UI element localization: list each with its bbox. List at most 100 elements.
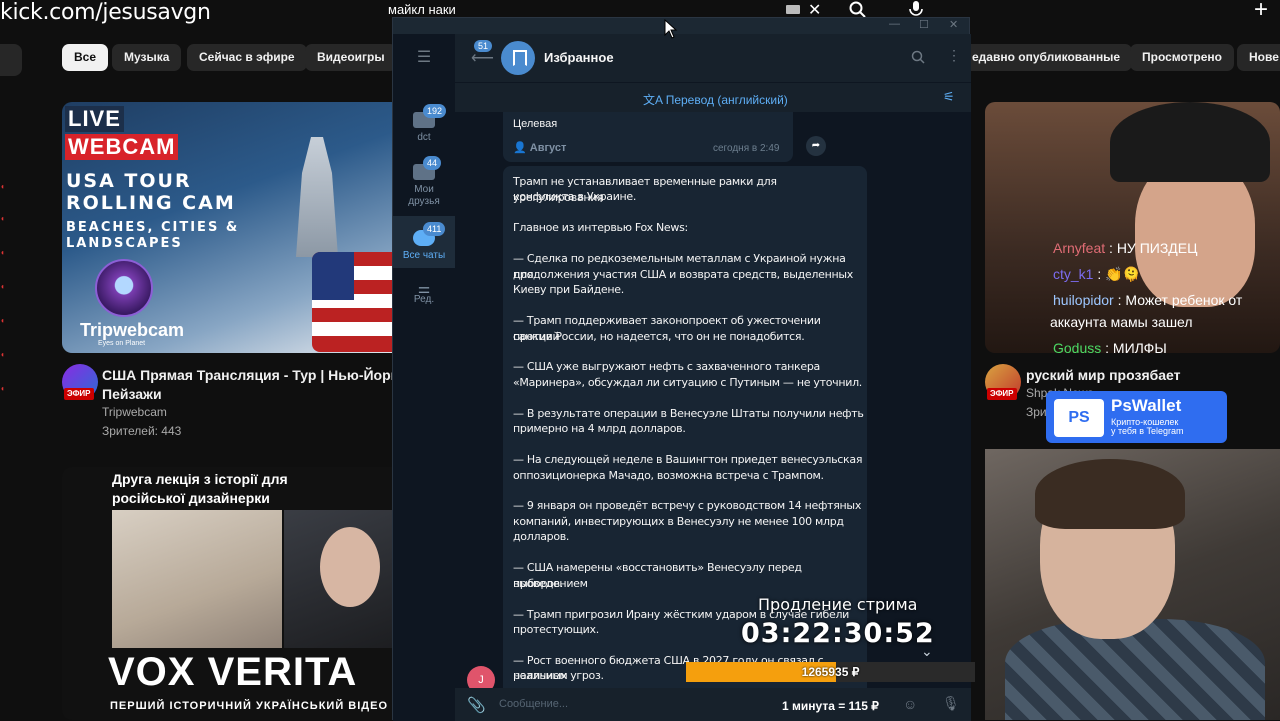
- message-input[interactable]: Сообщение...: [499, 698, 568, 710]
- video-meta: Зри: [1026, 405, 1047, 419]
- message-line: «Маринера», обсуждал ли ситуацию с Путин…: [513, 375, 862, 389]
- viewer-count: Зрителей: 443: [102, 424, 182, 438]
- message-line: долларов.: [513, 530, 570, 544]
- video-thumbnail[interactable]: LIVE WEBCAM USA TOUR ROLLING CAM BEACHES…: [62, 102, 402, 353]
- video-title[interactable]: руский мир прозябает: [1026, 366, 1181, 385]
- menu-icon[interactable]: ☰: [393, 50, 455, 66]
- folder-label: dct: [417, 132, 431, 143]
- message-line: — США уже выгружают нефть с захваченного…: [513, 360, 820, 374]
- share-forward-icon[interactable]: ➦: [806, 136, 826, 156]
- stream-chat-line: huilopidor : Может ребенок от: [1053, 292, 1243, 308]
- more-menu-icon[interactable]: ⋮: [947, 47, 961, 64]
- message-line: оппозиционерка Мачадо, возможна встреча …: [513, 468, 824, 482]
- translate-bar: 文A Перевод (английский) ⚟: [455, 82, 971, 112]
- forward-author: Август: [529, 142, 567, 154]
- minimize-icon[interactable]: —: [889, 18, 900, 30]
- thumb-line: LANDSCAPES: [66, 236, 183, 251]
- message-line: продолжения участия США и возврата средс…: [513, 267, 853, 281]
- unread-count: 44: [423, 156, 442, 170]
- chat-username: cty_k1: [1053, 266, 1094, 282]
- folder-all-chats[interactable]: 411 Все чаты: [393, 216, 455, 268]
- translate-button[interactable]: 文A Перевод (английский): [643, 91, 788, 108]
- folder-friends[interactable]: 44 Мои друзья: [393, 156, 455, 208]
- sidebar-collapsed[interactable]: [0, 44, 22, 76]
- chat-text: 👏🫠: [1105, 266, 1141, 282]
- user-icon: 👤: [513, 142, 530, 154]
- message-line: — На следующей неделе в Вашингтон приеде…: [513, 453, 863, 467]
- live-dot-icon: ◖: [0, 182, 5, 191]
- flag-image: [312, 252, 354, 300]
- pswallet-ad[interactable]: PS PsWallet Крипто-кошелек у тебя в Tele…: [1046, 391, 1227, 443]
- chip-games[interactable]: Видеоигры: [305, 44, 397, 71]
- stream-chat-line: Goduss : МИЛФЫ: [1053, 340, 1167, 356]
- message-line: Главное из интервью Fox News:: [513, 221, 688, 235]
- prolong-label: Продление стрима: [758, 595, 918, 614]
- chat-username: huilopidor: [1053, 292, 1114, 308]
- message-time: сегодня в 2:49: [713, 143, 780, 154]
- message-bubble[interactable]: Целевая 👤 Август сегодня в 2:49: [503, 112, 793, 162]
- chip-live[interactable]: Сейчас в эфире: [187, 44, 307, 71]
- globe-logo-icon: [95, 259, 153, 317]
- chat-text: НУ ПИЗДЕЦ: [1116, 240, 1198, 256]
- speaker-image: [112, 510, 282, 648]
- create-plus-icon[interactable]: +: [1254, 0, 1268, 24]
- streamer-webcam: [985, 449, 1280, 720]
- ad-title: PsWallet: [1111, 396, 1182, 415]
- thumb-subtitle: ПЕРШИЙ ІСТОРИЧНИЙ УКРАЇНСЬКИЙ ВІДЕО: [110, 700, 389, 712]
- thumb-live-text: LIVE: [65, 106, 124, 132]
- donation-progress-bar: 1265935 ₽: [686, 662, 975, 682]
- cap-image: [1110, 102, 1270, 182]
- mic-icon[interactable]: 🎙: [942, 695, 960, 712]
- chip-recent[interactable]: едавно опубликованные: [960, 44, 1133, 71]
- video-title[interactable]: США Прямая Трансляция - Тур | Нью-Йорк, …: [102, 366, 394, 385]
- stream-timer: 03:22:30:52: [741, 618, 935, 649]
- translate-label: Перевод (английский): [665, 93, 788, 107]
- chip-music[interactable]: Музыка: [112, 44, 182, 71]
- bookmark-avatar-icon[interactable]: [501, 41, 535, 75]
- maximize-icon[interactable]: ☐: [919, 18, 929, 31]
- channel-name[interactable]: Tripwebcam: [102, 405, 167, 419]
- folder-edit[interactable]: ⚌ Ред.: [393, 281, 455, 306]
- chip-all[interactable]: Все: [62, 44, 109, 71]
- unread-count: 192: [423, 104, 447, 118]
- video-thumbnail[interactable]: Друга лекція з історії для російської ди…: [62, 467, 402, 720]
- message-line: — В результате операции в Венесуэле Штат…: [513, 406, 864, 420]
- channel-url: kick.com/jesusavgn: [0, 0, 211, 25]
- live-dot-icon: ◖: [0, 214, 5, 223]
- folder-sidebar: ☰ 192 dct 44 Мои друзья 411 Все чаты ⚌ Р…: [393, 34, 455, 721]
- message-line: компаний, инвестирующих в Венесуэлу не м…: [513, 514, 844, 528]
- unread-badge: 51: [474, 40, 493, 52]
- keyboard-icon[interactable]: [786, 5, 800, 14]
- thumb-brand-tag: Eyes on Planet: [98, 340, 146, 347]
- thumb-brand: Tripwebcam: [80, 320, 185, 340]
- close-icon[interactable]: ✕: [949, 18, 958, 31]
- chip-watched[interactable]: Просмотрено: [1130, 44, 1235, 71]
- compose-bar: 📎 Сообщение... ☺ 🎙: [455, 688, 971, 721]
- live-dot-icon: ◖: [0, 384, 5, 393]
- live-dot-icon: ◖: [0, 350, 5, 359]
- chat-text: МИЛФЫ: [1112, 340, 1167, 356]
- thumb-line: ROLLING CAM: [66, 192, 236, 214]
- telegram-window[interactable]: — ☐ ✕ ☰ 192 dct 44 Мои друзья 411 Все ча…: [392, 17, 971, 721]
- live-dot-icon: ◖: [0, 282, 5, 291]
- window-titlebar[interactable]: — ☐ ✕: [393, 18, 969, 34]
- live-dot-icon: ◖: [0, 316, 5, 325]
- chip-new[interactable]: Нове: [1237, 44, 1280, 71]
- live-badge: ЭФИР: [64, 388, 94, 400]
- emoji-icon[interactable]: ☺: [903, 696, 917, 712]
- attach-icon[interactable]: 📎: [467, 696, 486, 714]
- chat-title[interactable]: Избранное: [544, 50, 614, 65]
- sender-avatar[interactable]: J: [467, 666, 495, 688]
- thumb-caption: Друга лекція з історії для: [112, 471, 288, 487]
- speaker-face: [320, 527, 380, 607]
- mouse-cursor-icon: [664, 19, 678, 39]
- search-icon[interactable]: [911, 50, 925, 64]
- forwarded-from[interactable]: 👤 Август: [513, 141, 566, 154]
- ad-subtitle: у тебя в Telegram: [1111, 426, 1184, 436]
- video-title-line2[interactable]: Пейзажи: [102, 385, 162, 404]
- donation-rate: 1 минута = 115 ₽: [782, 699, 879, 713]
- folder-dct[interactable]: 192 dct: [393, 104, 455, 144]
- chat-username: Arnyfeat: [1053, 240, 1106, 256]
- message-text: Целевая: [513, 118, 558, 130]
- translate-settings-icon[interactable]: ⚟: [943, 89, 955, 105]
